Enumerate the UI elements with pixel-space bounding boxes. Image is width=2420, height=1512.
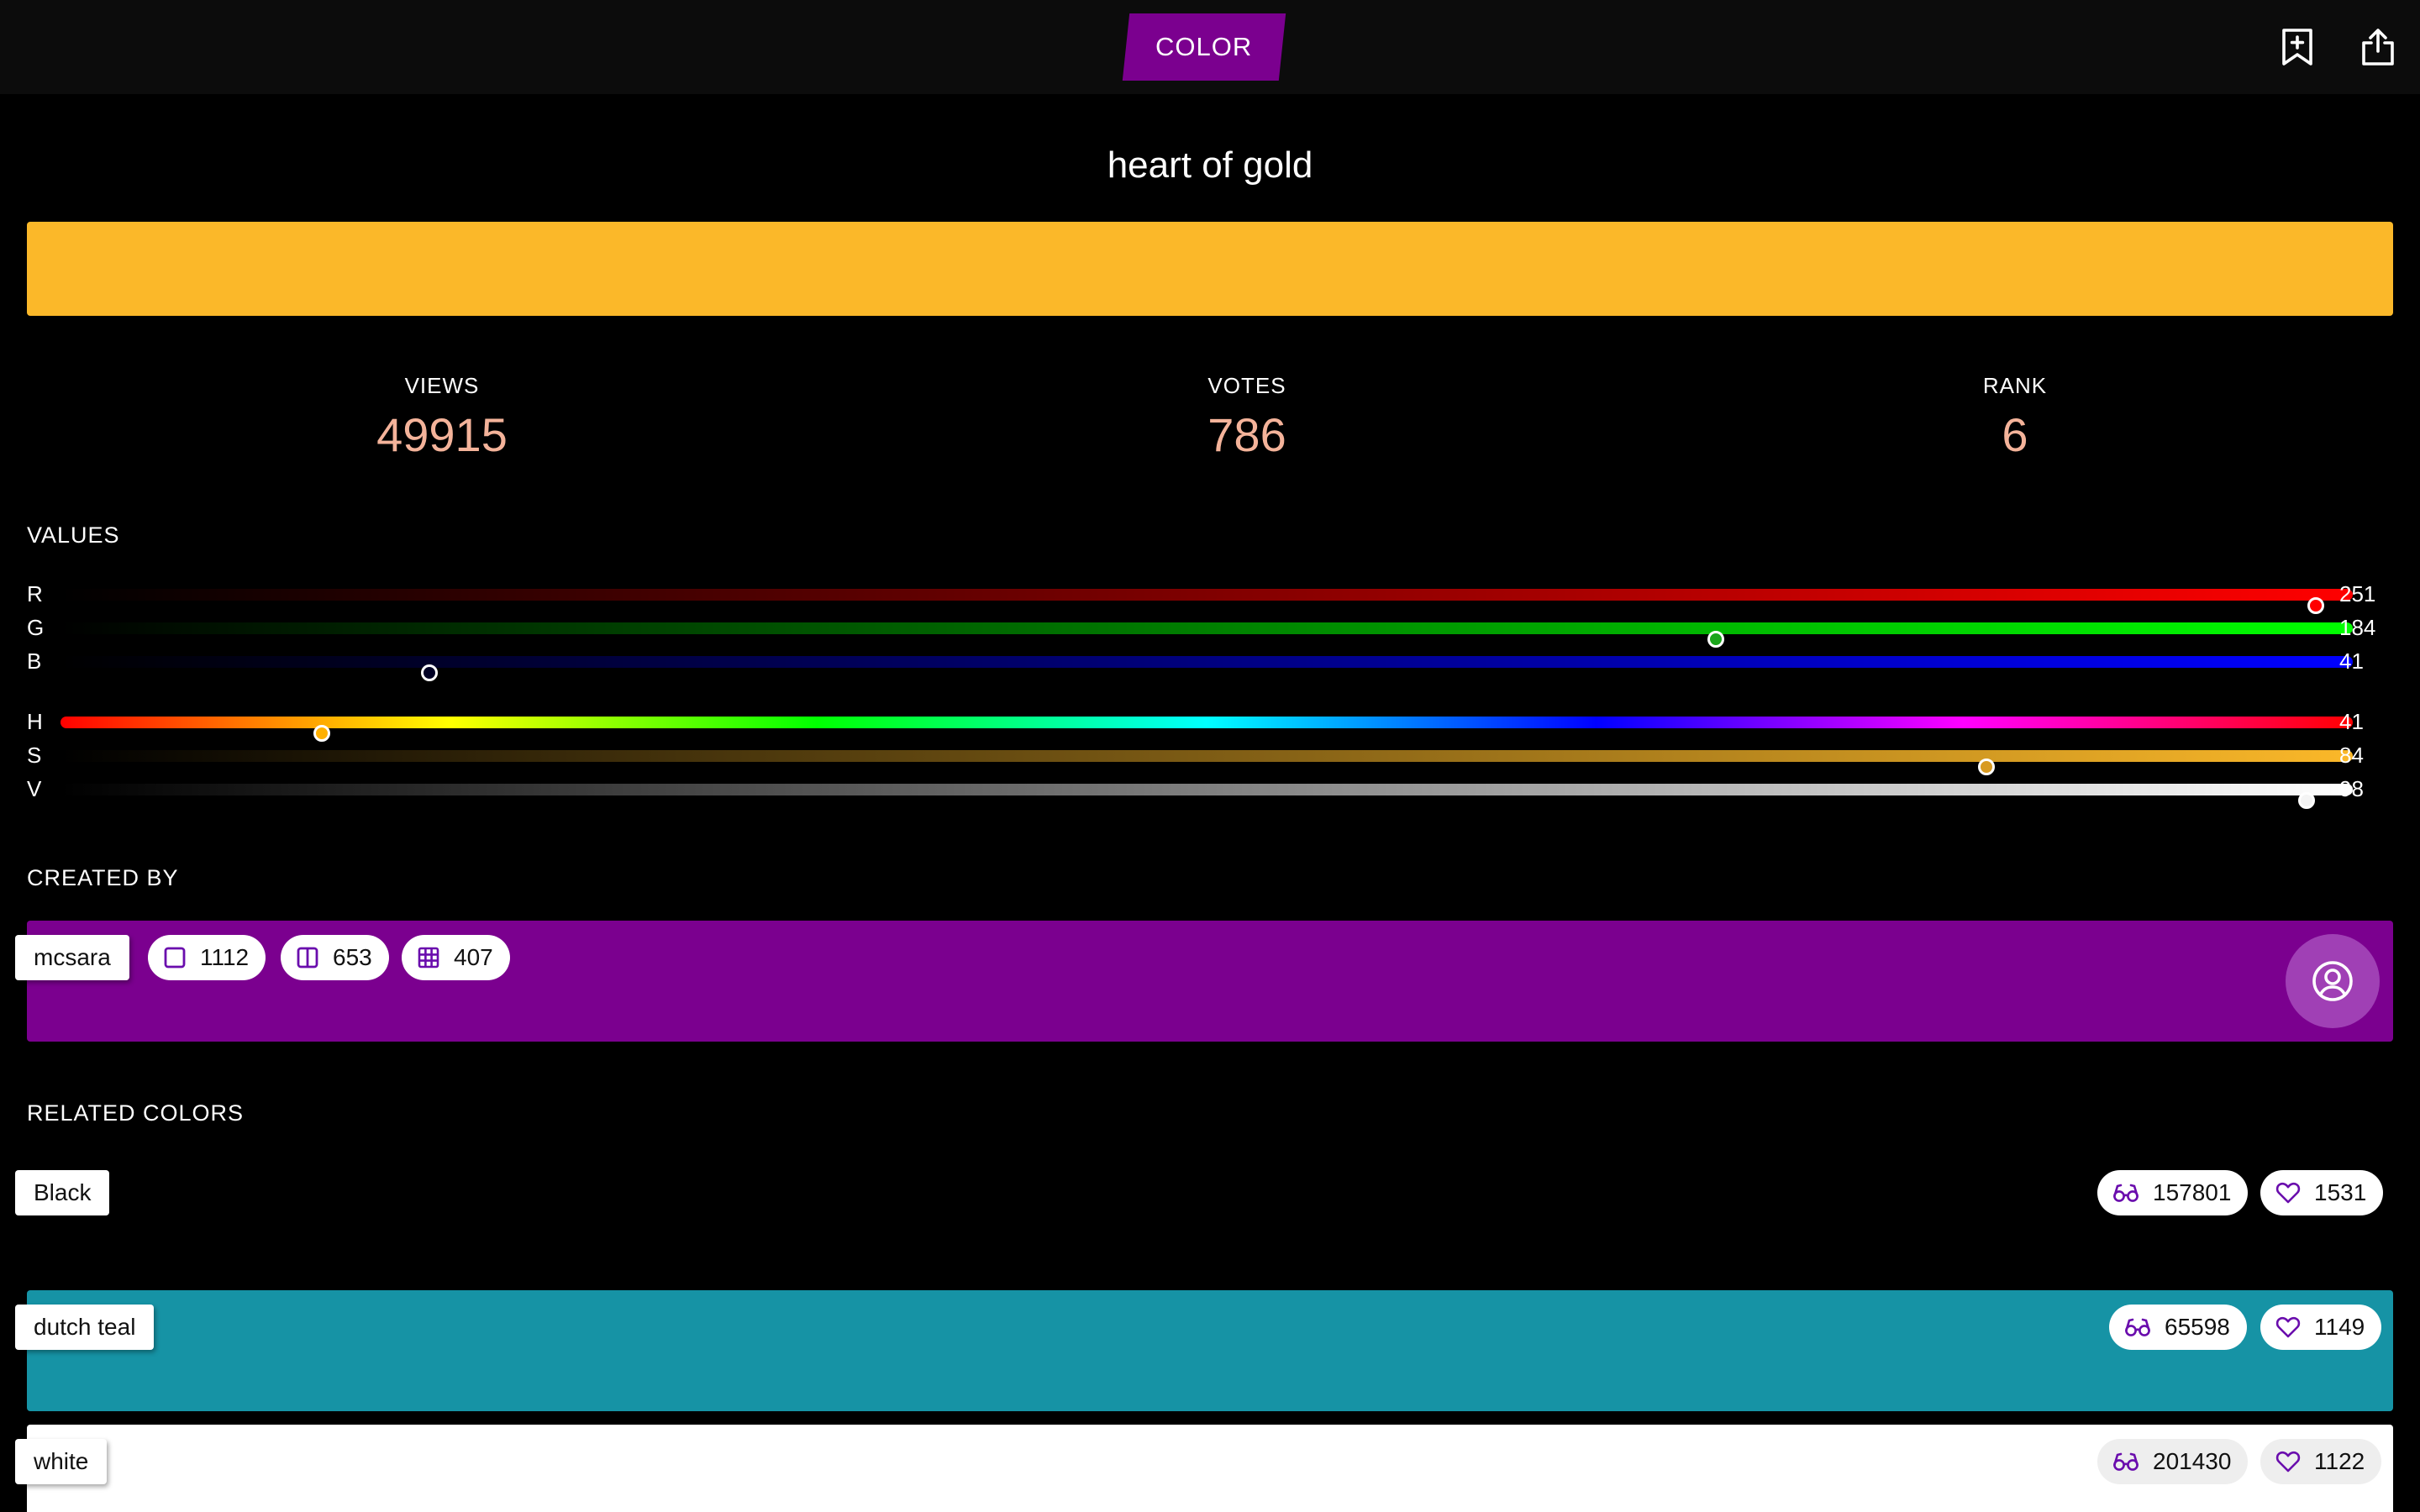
creator-colors-value: 1112 xyxy=(200,944,250,970)
related-color-white-likes[interactable]: 1122 xyxy=(2260,1439,2382,1484)
bookmark-add-icon[interactable] xyxy=(2274,24,2321,71)
slider-g[interactable]: G 184 xyxy=(27,612,2393,648)
square-icon xyxy=(164,947,186,969)
slider-r-label: R xyxy=(27,581,43,606)
slider-v[interactable]: V 98 xyxy=(27,773,2393,809)
color-title: heart of gold xyxy=(1107,144,1313,186)
slider-r[interactable]: R 251 xyxy=(27,578,2393,614)
related-color-dutch-teal-likes[interactable]: 1149 xyxy=(2260,1305,2382,1350)
slider-h-track[interactable] xyxy=(60,717,2353,742)
slider-g-track[interactable] xyxy=(60,622,2353,648)
related-color-black-views-value: 157801 xyxy=(2153,1179,2232,1205)
user-circle-icon xyxy=(2312,961,2353,1001)
stat-views-value: 49915 xyxy=(376,408,508,461)
creator-patterns-value: 407 xyxy=(454,944,493,970)
slider-b-value: 41 xyxy=(2339,648,2364,674)
slider-s[interactable]: S 84 xyxy=(27,739,2393,775)
creator-username: mcsara xyxy=(34,944,111,970)
slider-b[interactable]: B 41 xyxy=(27,645,2393,681)
slider-b-track[interactable] xyxy=(60,656,2353,681)
stat-views-label: VIEWS xyxy=(404,373,480,398)
related-color-dutch-teal-tag[interactable]: dutch teal xyxy=(15,1305,155,1350)
related-color-black[interactable] xyxy=(27,1156,2393,1277)
slider-v-label: V xyxy=(27,776,42,801)
share-icon[interactable] xyxy=(2354,24,2402,71)
creator-palettes-count[interactable]: 653 xyxy=(281,935,389,980)
related-color-black-likes-value: 1531 xyxy=(2314,1179,2367,1205)
related-color-dutch-teal-views[interactable]: 65598 xyxy=(2109,1305,2247,1350)
glasses-icon xyxy=(2125,1318,2150,1336)
slider-g-label: G xyxy=(27,615,45,640)
related-colors-heading: RELATED COLORS xyxy=(27,1100,245,1126)
related-color-white-likes-value: 1122 xyxy=(2314,1448,2365,1474)
related-color-white-views-value: 201430 xyxy=(2153,1448,2232,1474)
related-color-dutch-teal-views-value: 65598 xyxy=(2165,1314,2230,1340)
stat-rank-label: RANK xyxy=(1982,373,2048,398)
slider-v-value: 98 xyxy=(2339,776,2364,801)
heart-icon xyxy=(2275,1316,2301,1338)
stat-votes-value: 786 xyxy=(1207,408,1286,461)
related-color-black-name: Black xyxy=(34,1179,92,1205)
stat-rank: RANK 6 xyxy=(1847,373,2183,462)
related-color-white[interactable] xyxy=(27,1425,2393,1512)
related-color-dutch-teal-likes-value: 1149 xyxy=(2314,1314,2365,1340)
related-color-white-tag[interactable]: white xyxy=(15,1439,108,1484)
related-color-dutch-teal-name: dutch teal xyxy=(34,1314,136,1340)
tab-color-label: COLOR xyxy=(1155,32,1253,61)
slider-h[interactable]: H 41 xyxy=(27,706,2393,742)
user-avatar-button[interactable] xyxy=(2286,934,2380,1028)
related-color-black-views[interactable]: 157801 xyxy=(2097,1170,2249,1215)
columns-icon xyxy=(297,947,318,969)
related-color-black-tag[interactable]: Black xyxy=(15,1170,110,1215)
stat-votes-label: VOTES xyxy=(1207,373,1286,398)
slider-h-label: H xyxy=(27,709,43,734)
slider-r-track[interactable] xyxy=(60,589,2353,614)
slider-s-track[interactable] xyxy=(60,750,2353,775)
color-swatch xyxy=(27,222,2393,316)
glasses-icon xyxy=(2113,1184,2139,1202)
values-heading: VALUES xyxy=(27,522,120,548)
slider-v-handle[interactable] xyxy=(2298,792,2316,809)
slider-b-handle[interactable] xyxy=(421,664,439,681)
creator-username-tag[interactable]: mcsara xyxy=(15,935,129,980)
top-bar: COLOR xyxy=(0,0,2420,94)
slider-g-value: 184 xyxy=(2339,615,2376,640)
slider-s-label: S xyxy=(27,743,42,768)
glasses-icon xyxy=(2113,1452,2139,1471)
slider-s-value: 84 xyxy=(2339,743,2364,768)
created-by-heading: CREATED BY xyxy=(27,865,179,890)
creator-colors-count[interactable]: 1112 xyxy=(148,935,266,980)
heart-icon xyxy=(2275,1451,2301,1473)
slider-v-track[interactable] xyxy=(60,784,2353,809)
related-color-white-name: white xyxy=(34,1448,89,1474)
related-color-black-likes[interactable]: 1531 xyxy=(2260,1170,2384,1215)
related-color-dutch-teal[interactable] xyxy=(27,1290,2393,1411)
heart-icon xyxy=(2275,1182,2301,1204)
stat-views: VIEWS 49915 xyxy=(274,373,610,462)
slider-b-label: B xyxy=(27,648,42,674)
stat-votes: VOTES 786 xyxy=(1079,373,1415,462)
related-color-white-views[interactable]: 201430 xyxy=(2097,1439,2249,1484)
tab-color[interactable]: COLOR xyxy=(1122,13,1286,81)
creator-palettes-value: 653 xyxy=(333,944,372,970)
creator-patterns-count[interactable]: 407 xyxy=(402,935,510,980)
grid-icon xyxy=(418,947,439,969)
slider-h-value: 41 xyxy=(2339,709,2364,734)
slider-r-value: 251 xyxy=(2339,581,2376,606)
stat-rank-value: 6 xyxy=(2002,408,2028,461)
creator-banner[interactable] xyxy=(27,921,2393,1042)
